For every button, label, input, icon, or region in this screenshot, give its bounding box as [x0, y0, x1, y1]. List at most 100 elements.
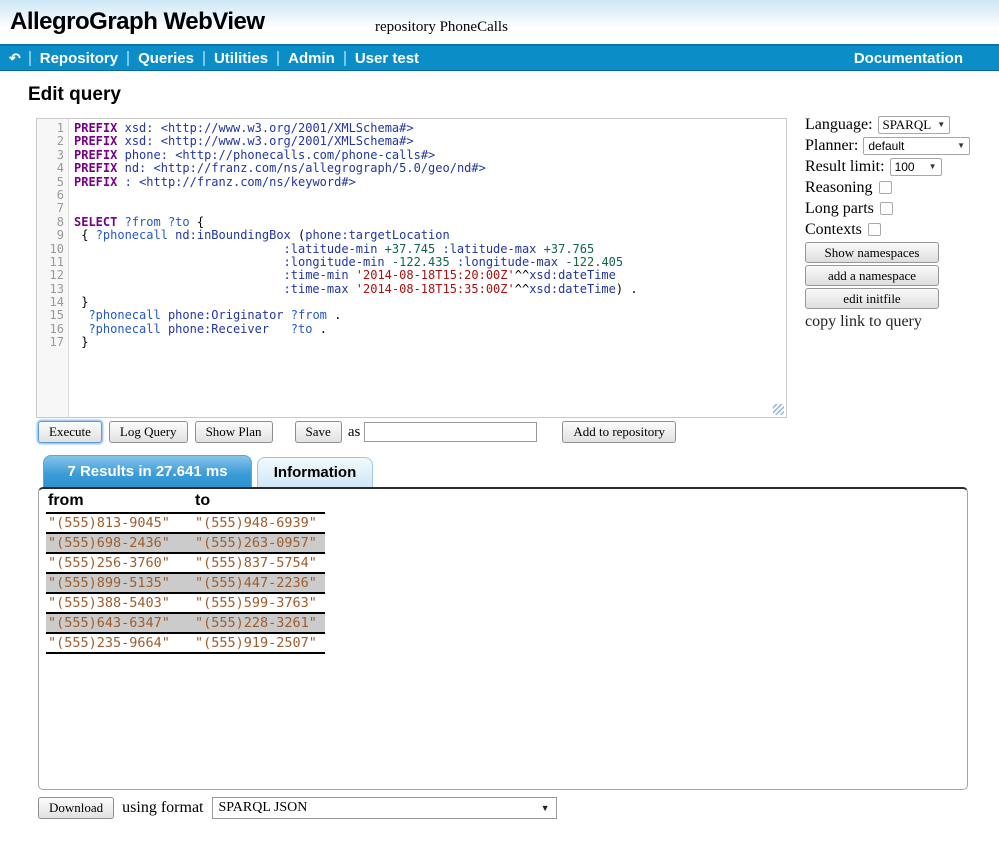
column-header-from[interactable]: from: [46, 492, 193, 513]
copy-link-to-query[interactable]: copy link to query: [805, 313, 970, 331]
query-code-area[interactable]: PREFIX xsd: <http://www.w3.org/2001/XMLS…: [69, 119, 786, 417]
page-title: Edit query: [28, 84, 121, 106]
result-cell[interactable]: "(555)263-0957": [193, 533, 325, 553]
line-number: 8: [37, 216, 64, 229]
nav-item-admin[interactable]: Admin: [279, 50, 344, 67]
edit-initfile-button[interactable]: edit initfile: [805, 288, 939, 309]
code-editor[interactable]: 1234567891011121314151617 PREFIX xsd: <h…: [36, 118, 787, 418]
tab-results[interactable]: 7 Results in 27.641 ms: [43, 455, 252, 487]
code-line[interactable]: SELECT ?from ?to {: [74, 216, 786, 229]
table-row: "(555)256-3760""(555)837-5754": [46, 553, 325, 573]
results-panel: from to "(555)813-9045""(555)948-6939""(…: [38, 487, 968, 790]
back-arrow-icon[interactable]: ↶: [9, 50, 21, 67]
code-line[interactable]: PREFIX xsd: <http://www.w3.org/2001/XMLS…: [74, 122, 786, 135]
code-line[interactable]: :longitude-min -122.435 :longitude-max -…: [74, 256, 786, 269]
result-cell[interactable]: "(555)256-3760": [46, 553, 193, 573]
line-number: 16: [37, 323, 64, 336]
tab-information[interactable]: Information: [257, 457, 373, 487]
show-plan-button[interactable]: Show Plan: [195, 421, 273, 443]
result-limit-value: 100: [895, 160, 915, 174]
line-number: 6: [37, 189, 64, 202]
format-select[interactable]: SPARQL JSON ▼: [212, 797, 557, 819]
reasoning-checkbox[interactable]: [879, 181, 892, 194]
planner-value: default: [868, 139, 904, 153]
action-buttons-row: Execute Log Query Show Plan Save as Add …: [38, 421, 676, 443]
table-header-row: from to: [46, 492, 325, 513]
planner-row: Planner: default ▼: [805, 135, 970, 156]
top-header: AllegroGraph WebView repository PhoneCal…: [0, 0, 999, 44]
table-row: "(555)698-2436""(555)263-0957": [46, 533, 325, 553]
line-number: 11: [37, 256, 64, 269]
result-cell[interactable]: "(555)919-2507": [193, 633, 325, 653]
code-line[interactable]: ?phonecall phone:Receiver ?to .: [74, 323, 786, 336]
line-number: 5: [37, 176, 64, 189]
results-tabs: 7 Results in 27.641 ms Information: [43, 455, 373, 487]
code-line[interactable]: PREFIX xsd: <http://www.w3.org/2001/XMLS…: [74, 135, 786, 148]
result-cell[interactable]: "(555)813-9045": [46, 513, 193, 533]
reasoning-row: Reasoning: [805, 177, 970, 198]
app-title: AllegroGraph WebView: [10, 8, 265, 36]
line-number: 17: [37, 336, 64, 349]
result-cell[interactable]: "(555)228-3261": [193, 613, 325, 633]
contexts-label: Contexts: [805, 221, 862, 239]
result-limit-label: Result limit:: [805, 158, 885, 176]
add-to-repository-button[interactable]: Add to repository: [562, 421, 676, 443]
code-line[interactable]: ?phonecall phone:Originator ?from .: [74, 309, 786, 322]
log-query-button[interactable]: Log Query: [109, 421, 188, 443]
long-parts-label: Long parts: [805, 200, 874, 218]
line-number: 9: [37, 229, 64, 242]
language-row: Language: SPARQL ▼: [805, 114, 970, 135]
main-navbar: ↶ Repository Queries Utilities Admin Use…: [0, 44, 999, 71]
chevron-down-icon: ▼: [937, 120, 945, 129]
reasoning-label: Reasoning: [805, 179, 873, 197]
execute-button[interactable]: Execute: [38, 421, 102, 443]
chevron-down-icon: ▼: [929, 162, 937, 171]
code-line[interactable]: PREFIX phone: <http://phonecalls.com/pho…: [74, 149, 786, 162]
language-select[interactable]: SPARQL ▼: [878, 116, 950, 134]
nav-item-user-test[interactable]: User test: [346, 50, 428, 67]
save-name-input[interactable]: [364, 422, 537, 442]
code-line[interactable]: [74, 202, 786, 215]
as-label: as: [348, 424, 361, 441]
code-line[interactable]: PREFIX : <http://franz.com/ns/keyword#>: [74, 176, 786, 189]
planner-select[interactable]: default ▼: [863, 137, 970, 155]
contexts-checkbox[interactable]: [868, 223, 881, 236]
resize-grip[interactable]: [773, 404, 784, 415]
line-number: 14: [37, 296, 64, 309]
line-number-gutter: 1234567891011121314151617: [37, 119, 69, 417]
code-line[interactable]: }: [74, 336, 786, 349]
result-cell[interactable]: "(555)599-3763": [193, 593, 325, 613]
code-line[interactable]: }: [74, 296, 786, 309]
code-line[interactable]: [74, 189, 786, 202]
result-cell[interactable]: "(555)948-6939": [193, 513, 325, 533]
format-value: SPARQL JSON: [219, 800, 308, 816]
code-line[interactable]: { ?phonecall nd:inBoundingBox (phone:tar…: [74, 229, 786, 242]
download-button[interactable]: Download: [38, 797, 114, 819]
show-namespaces-button[interactable]: Show namespaces: [805, 242, 939, 263]
code-line[interactable]: PREFIX nd: <http://franz.com/ns/allegrog…: [74, 162, 786, 175]
table-row: "(555)235-9664""(555)919-2507": [46, 633, 325, 653]
result-cell[interactable]: "(555)235-9664": [46, 633, 193, 653]
add-namespace-button[interactable]: add a namespace: [805, 265, 939, 286]
result-cell[interactable]: "(555)837-5754": [193, 553, 325, 573]
result-cell[interactable]: "(555)899-5135": [46, 573, 193, 593]
query-options-sidebar: Language: SPARQL ▼ Planner: default ▼ Re…: [805, 114, 970, 331]
result-limit-select[interactable]: 100 ▼: [890, 158, 942, 176]
result-cell[interactable]: "(555)388-5403": [46, 593, 193, 613]
code-line[interactable]: :latitude-min +37.745 :latitude-max +37.…: [74, 243, 786, 256]
table-row: "(555)643-6347""(555)228-3261": [46, 613, 325, 633]
result-cell[interactable]: "(555)698-2436": [46, 533, 193, 553]
nav-item-repository[interactable]: Repository: [31, 50, 127, 67]
column-header-to[interactable]: to: [193, 492, 325, 513]
result-cell[interactable]: "(555)643-6347": [46, 613, 193, 633]
line-number: 3: [37, 149, 64, 162]
code-line[interactable]: :time-max '2014-08-18T15:35:00Z'^^xsd:da…: [74, 283, 786, 296]
code-line[interactable]: :time-min '2014-08-18T15:20:00Z'^^xsd:da…: [74, 269, 786, 282]
nav-item-documentation[interactable]: Documentation: [854, 50, 963, 67]
nav-item-queries[interactable]: Queries: [129, 50, 203, 67]
nav-item-utilities[interactable]: Utilities: [205, 50, 277, 67]
language-value: SPARQL: [883, 117, 932, 133]
result-cell[interactable]: "(555)447-2236": [193, 573, 325, 593]
save-button[interactable]: Save: [295, 421, 342, 443]
long-parts-checkbox[interactable]: [880, 202, 893, 215]
